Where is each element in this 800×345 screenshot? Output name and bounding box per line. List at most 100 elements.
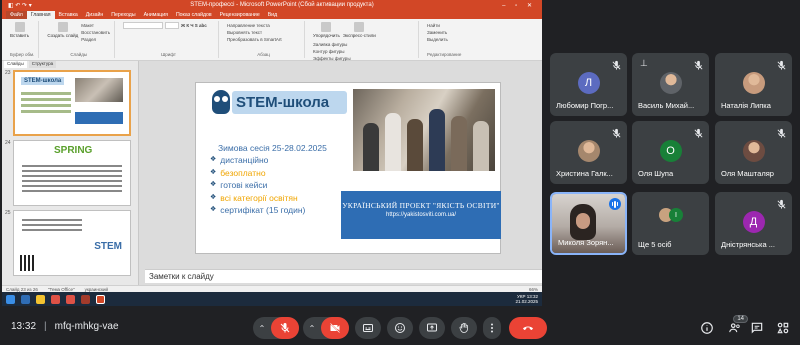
- tab-review[interactable]: Рецензирование: [216, 11, 264, 19]
- thumb-banner: [75, 112, 123, 124]
- text-direction-button[interactable]: Направление текста: [227, 22, 300, 29]
- tab-view[interactable]: Вид: [264, 11, 281, 19]
- quick-styles-icon: [354, 22, 365, 32]
- quick-styles-button[interactable]: Экспресс-стили: [343, 22, 376, 38]
- meeting-code[interactable]: mfq-mhkg-vae: [55, 321, 119, 332]
- tab-slideshow[interactable]: Показ слайдов: [172, 11, 216, 19]
- new-slide-button[interactable]: Создать слайд: [47, 22, 78, 43]
- current-slide[interactable]: STEM-школа Зимова сесія 25-28.02.2025 ❖ д…: [195, 82, 501, 254]
- paste-button[interactable]: Вставить: [10, 22, 29, 38]
- thumb-qr-code: [20, 255, 36, 271]
- group-label: Шрифт: [161, 52, 176, 57]
- camera-control[interactable]: ⌃: [303, 317, 349, 339]
- avatar: Л: [577, 72, 600, 94]
- meeting-info: 13:32 | mfq-mhkg-vae: [11, 321, 119, 332]
- shape-outline-button[interactable]: Контур фигуры: [313, 48, 351, 55]
- tab-outline[interactable]: Структура: [28, 61, 57, 68]
- quick-access-icons[interactable]: ◧ ↶ ↷ ▾: [8, 2, 68, 9]
- slide-thumbnail-selected[interactable]: STEM-школа: [13, 70, 131, 136]
- reset-button[interactable]: Восстановить: [81, 29, 110, 36]
- participant-tile[interactable]: О Оля Шупа: [632, 121, 709, 184]
- meeting-time: 13:32: [11, 321, 37, 332]
- tab-transitions[interactable]: Переходы: [107, 11, 139, 19]
- section-button[interactable]: Раздел: [81, 36, 110, 43]
- group-drawing: Упорядочить Экспресс-стили Заливка фигур…: [309, 21, 420, 67]
- tab-insert[interactable]: Вставка: [55, 11, 82, 19]
- tab-file[interactable]: Файл: [6, 11, 27, 19]
- replace-button[interactable]: Заменить: [427, 29, 461, 36]
- folder-icon[interactable]: [36, 294, 45, 304]
- font-size-select[interactable]: [165, 22, 180, 29]
- slide-bullet: ❖ готові кейси: [210, 179, 305, 192]
- banner-url[interactable]: https://yakistosviti.com.ua/: [341, 212, 501, 218]
- participant-tile[interactable]: ⊥ Василь Михай...: [632, 53, 709, 116]
- explorer-icon[interactable]: [21, 294, 30, 304]
- new-slide-icon: [57, 22, 68, 32]
- camera-off-icon[interactable]: [321, 317, 349, 339]
- present-button[interactable]: [419, 317, 445, 339]
- align-text-button[interactable]: Выровнять текст: [227, 29, 300, 36]
- slide-bullet: ❖ дистанційно: [210, 154, 305, 167]
- chrome-icon[interactable]: [66, 294, 75, 304]
- diamond-bullet-icon: ❖: [210, 156, 217, 163]
- select-button[interactable]: Выделить: [427, 36, 461, 43]
- start-icon[interactable]: [6, 294, 15, 304]
- more-options-button[interactable]: [483, 317, 501, 339]
- arrange-button[interactable]: Упорядочить: [313, 22, 340, 38]
- language[interactable]: украинский: [85, 287, 108, 292]
- info-icon[interactable]: [700, 321, 714, 335]
- chevron-up-icon[interactable]: ⌃: [253, 317, 271, 339]
- raise-hand-button[interactable]: [451, 317, 477, 339]
- participant-tile[interactable]: Наталія Липка: [715, 53, 792, 116]
- notes-pane[interactable]: Заметки к слайду: [145, 269, 542, 283]
- chevron-up-icon[interactable]: ⌃: [303, 317, 321, 339]
- activities-icon[interactable]: [776, 321, 790, 335]
- reactions-button[interactable]: [387, 317, 413, 339]
- pin-icon[interactable]: ⊥: [640, 58, 648, 69]
- bullet-text: готові кейси: [220, 180, 268, 190]
- tab-design[interactable]: Дизайн: [82, 11, 107, 19]
- tray-date: 21.02.2025: [515, 299, 538, 304]
- thumbnail-row: 25 STEM: [2, 208, 138, 278]
- zoom-level[interactable]: 66%: [529, 287, 538, 292]
- microphone-control[interactable]: ⌃: [253, 317, 299, 339]
- shape-fill-button[interactable]: Заливка фигуры: [313, 41, 351, 48]
- tab-slides[interactable]: Слайды: [4, 61, 27, 68]
- group-label: Буфер обм.: [10, 52, 35, 57]
- participant-tile[interactable]: І Ще 5 осіб: [632, 192, 709, 255]
- avatar: [659, 72, 682, 94]
- ppt-icon[interactable]: [81, 294, 90, 304]
- powerpoint-icon[interactable]: [96, 294, 105, 304]
- slide-thumbnail[interactable]: STEM: [13, 210, 131, 276]
- font-name-select[interactable]: [123, 22, 164, 29]
- leave-call-button[interactable]: [509, 317, 547, 339]
- people-button[interactable]: 14: [728, 315, 748, 335]
- mic-off-icon[interactable]: [271, 317, 299, 339]
- layout-button[interactable]: Макет: [81, 22, 110, 29]
- participant-tile[interactable]: Оля Машталяр: [715, 121, 792, 184]
- slide-number: 25: [5, 210, 11, 216]
- find-button[interactable]: Найти: [427, 22, 461, 29]
- owl-icon: [212, 90, 230, 114]
- window-controls[interactable]: – ▫ ✕: [496, 2, 536, 9]
- bullet-list: ❖ дистанційно ❖ безоплатно ❖ готові кейси ❖ всі…: [210, 154, 305, 217]
- participant-tile[interactable]: Д Дністрянська ...: [715, 192, 792, 255]
- chrome-icon[interactable]: [51, 294, 60, 304]
- slide-editor: STEM-школа Зимова сесія 25-28.02.2025 ❖ д…: [139, 61, 542, 285]
- mic-off-icon: [776, 197, 787, 209]
- slide-thumbnail[interactable]: SPRING: [13, 140, 131, 206]
- thumb-spring-logo: SPRING: [54, 145, 93, 156]
- smartart-button[interactable]: Преобразовать в SmartArt: [227, 36, 300, 43]
- stem-logo: STEM-школа: [212, 90, 348, 114]
- tab-animation[interactable]: Анимация: [140, 11, 172, 19]
- participant-tile[interactable]: Христина Галк...: [550, 121, 627, 184]
- ribbon: Вставить Буфер обм. Создать слайд Макет …: [2, 19, 542, 67]
- participant-name: Любомир Погр...: [556, 101, 614, 110]
- participant-tile[interactable]: Миколя Зорян...: [550, 192, 627, 255]
- present-icon: [427, 323, 437, 332]
- chat-icon[interactable]: [750, 321, 764, 335]
- bold-icon[interactable]: Ж К Ч S abc: [181, 22, 207, 29]
- tab-home[interactable]: Главная: [26, 11, 55, 19]
- captions-button[interactable]: [355, 317, 381, 339]
- participant-tile[interactable]: Л Любомир Погр...: [550, 53, 627, 116]
